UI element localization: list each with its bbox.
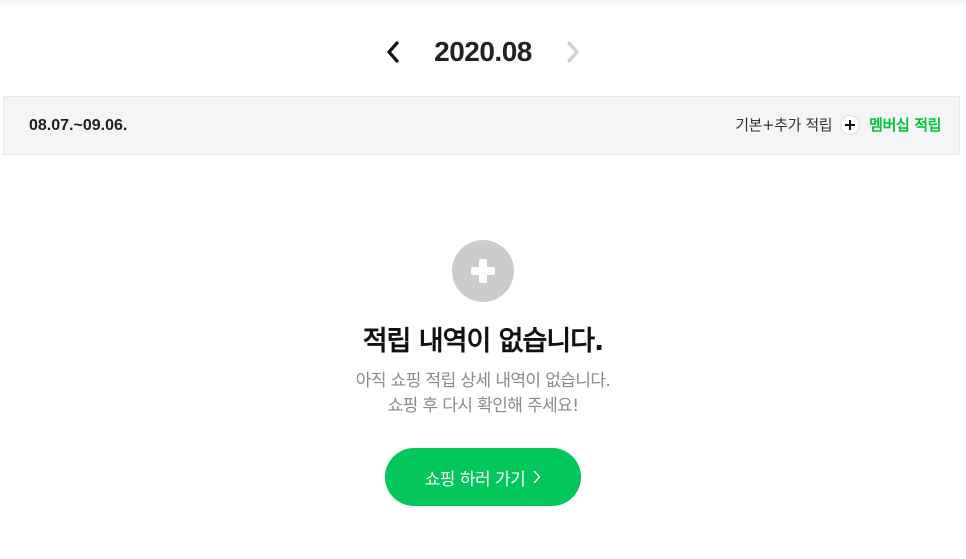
chevron-left-icon: [387, 41, 399, 63]
empty-state: 적립 내역이 없습니다. 아직 쇼핑 적립 상세 내역이 없습니다. 쇼핑 후 …: [0, 240, 966, 506]
go-shopping-label: 쇼핑 하러 가기: [424, 469, 526, 490]
next-month-button[interactable]: [558, 37, 588, 67]
empty-title: 적립 내역이 없습니다.: [362, 326, 605, 357]
empty-description: 아직 쇼핑 적립 상세 내역이 없습니다. 쇼핑 후 다시 확인해 주세요!: [0, 369, 966, 419]
top-shadow: [0, 0, 966, 6]
chevron-right-icon: [533, 470, 541, 484]
membership-points-label: 멤버십 적립: [869, 116, 941, 134]
empty-desc-line1: 아직 쇼핑 적립 상세 내역이 없습니다.: [355, 371, 611, 391]
month-navigator: 2020.08: [0, 28, 966, 76]
period-bar: 08.07.~09.06. 기본+추가 적립 멤버십 적립: [3, 96, 960, 155]
chevron-right-icon: [567, 41, 579, 63]
period-range: 08.07.~09.06.: [29, 117, 128, 134]
base-points-label: 기본+추가 적립: [735, 116, 833, 134]
go-shopping-button[interactable]: 쇼핑 하러 가기: [385, 448, 581, 506]
month-title: 2020.08: [434, 36, 532, 67]
points-legend: 기본+추가 적립 멤버십 적립: [735, 114, 941, 135]
plus-circle-icon: [452, 240, 514, 302]
prev-month-button[interactable]: [378, 37, 408, 67]
plus-icon: [840, 114, 861, 135]
empty-desc-line2: 쇼핑 후 다시 확인해 주세요!: [387, 396, 579, 416]
